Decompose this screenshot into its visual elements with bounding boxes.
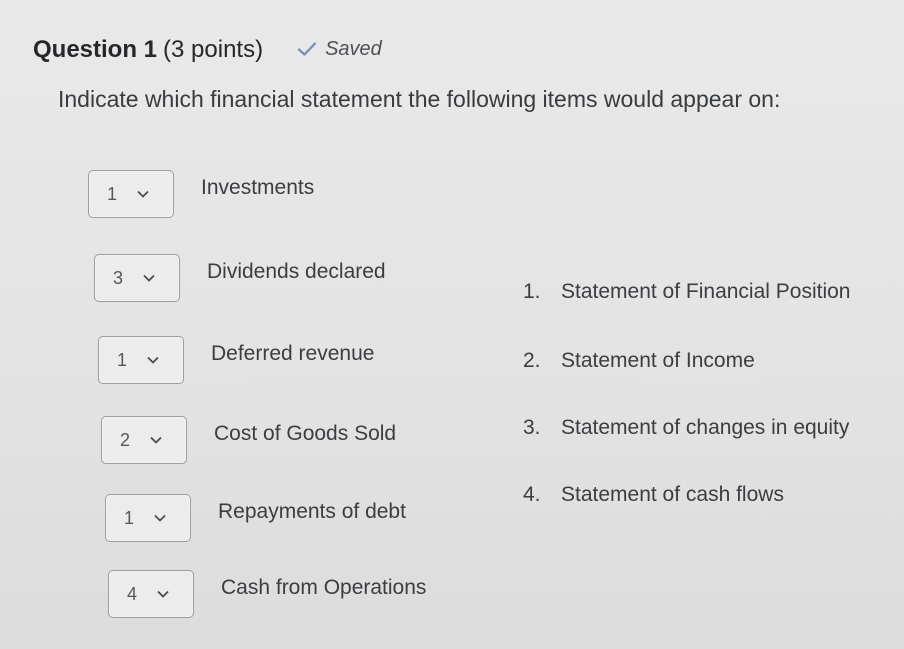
answer-choice: 2. Statement of Income	[523, 349, 755, 373]
item-label: Cash from Operations	[221, 576, 427, 599]
answer-choice: 3. Statement of changes in equity	[523, 416, 849, 440]
question-points: (3 points)	[163, 36, 264, 63]
match-item-row: 2 Cost of Goods Sold	[101, 416, 396, 464]
saved-status: Saved	[297, 38, 382, 61]
match-item-row: 1 Repayments of debt	[105, 494, 406, 542]
answer-select[interactable]: 4	[108, 570, 194, 618]
answer-number: 1.	[523, 280, 541, 303]
select-value: 1	[107, 183, 118, 204]
question-prompt: Indicate which financial statement the f…	[58, 86, 781, 112]
answer-label: Statement of cash flows	[561, 483, 784, 506]
select-value: 2	[120, 429, 131, 450]
answer-select[interactable]: 3	[94, 254, 180, 302]
select-value: 1	[117, 349, 128, 370]
answer-choice: 4. Statement of cash flows	[523, 483, 784, 507]
answer-label: Statement of Financial Position	[561, 280, 851, 303]
item-label: Repayments of debt	[218, 500, 406, 523]
check-icon	[297, 42, 317, 56]
saved-label: Saved	[325, 37, 382, 60]
match-item-row: 4 Cash from Operations	[108, 570, 426, 618]
answer-select[interactable]: 1	[105, 494, 191, 542]
match-item-row: 1 Investments	[88, 170, 314, 218]
match-item-row: 3 Dividends declared	[94, 254, 386, 302]
answer-label: Statement of changes in equity	[561, 416, 850, 439]
answer-select[interactable]: 1	[88, 170, 174, 218]
chevron-down-icon	[154, 514, 166, 522]
chevron-down-icon	[137, 190, 149, 198]
answer-number: 4.	[523, 483, 541, 506]
item-label: Cost of Goods Sold	[214, 422, 397, 445]
match-item-row: 1 Deferred revenue	[98, 336, 374, 384]
answer-choice: 1. Statement of Financial Position	[523, 280, 851, 304]
item-label: Investments	[201, 176, 315, 199]
question-header: Question 1 (3 points) Saved	[33, 36, 382, 64]
chevron-down-icon	[143, 274, 155, 282]
answer-number: 3.	[523, 416, 541, 439]
select-value: 3	[113, 267, 124, 288]
select-value: 4	[127, 583, 138, 604]
chevron-down-icon	[150, 436, 162, 444]
answer-select[interactable]: 2	[101, 416, 187, 464]
question-title: Question 1	[33, 36, 158, 63]
answer-number: 2.	[523, 349, 541, 372]
select-value: 1	[124, 507, 135, 528]
chevron-down-icon	[157, 590, 169, 598]
chevron-down-icon	[147, 356, 159, 364]
item-label: Deferred revenue	[211, 342, 375, 365]
item-label: Dividends declared	[207, 260, 386, 283]
answer-label: Statement of Income	[561, 349, 755, 372]
answer-select[interactable]: 1	[98, 336, 184, 384]
